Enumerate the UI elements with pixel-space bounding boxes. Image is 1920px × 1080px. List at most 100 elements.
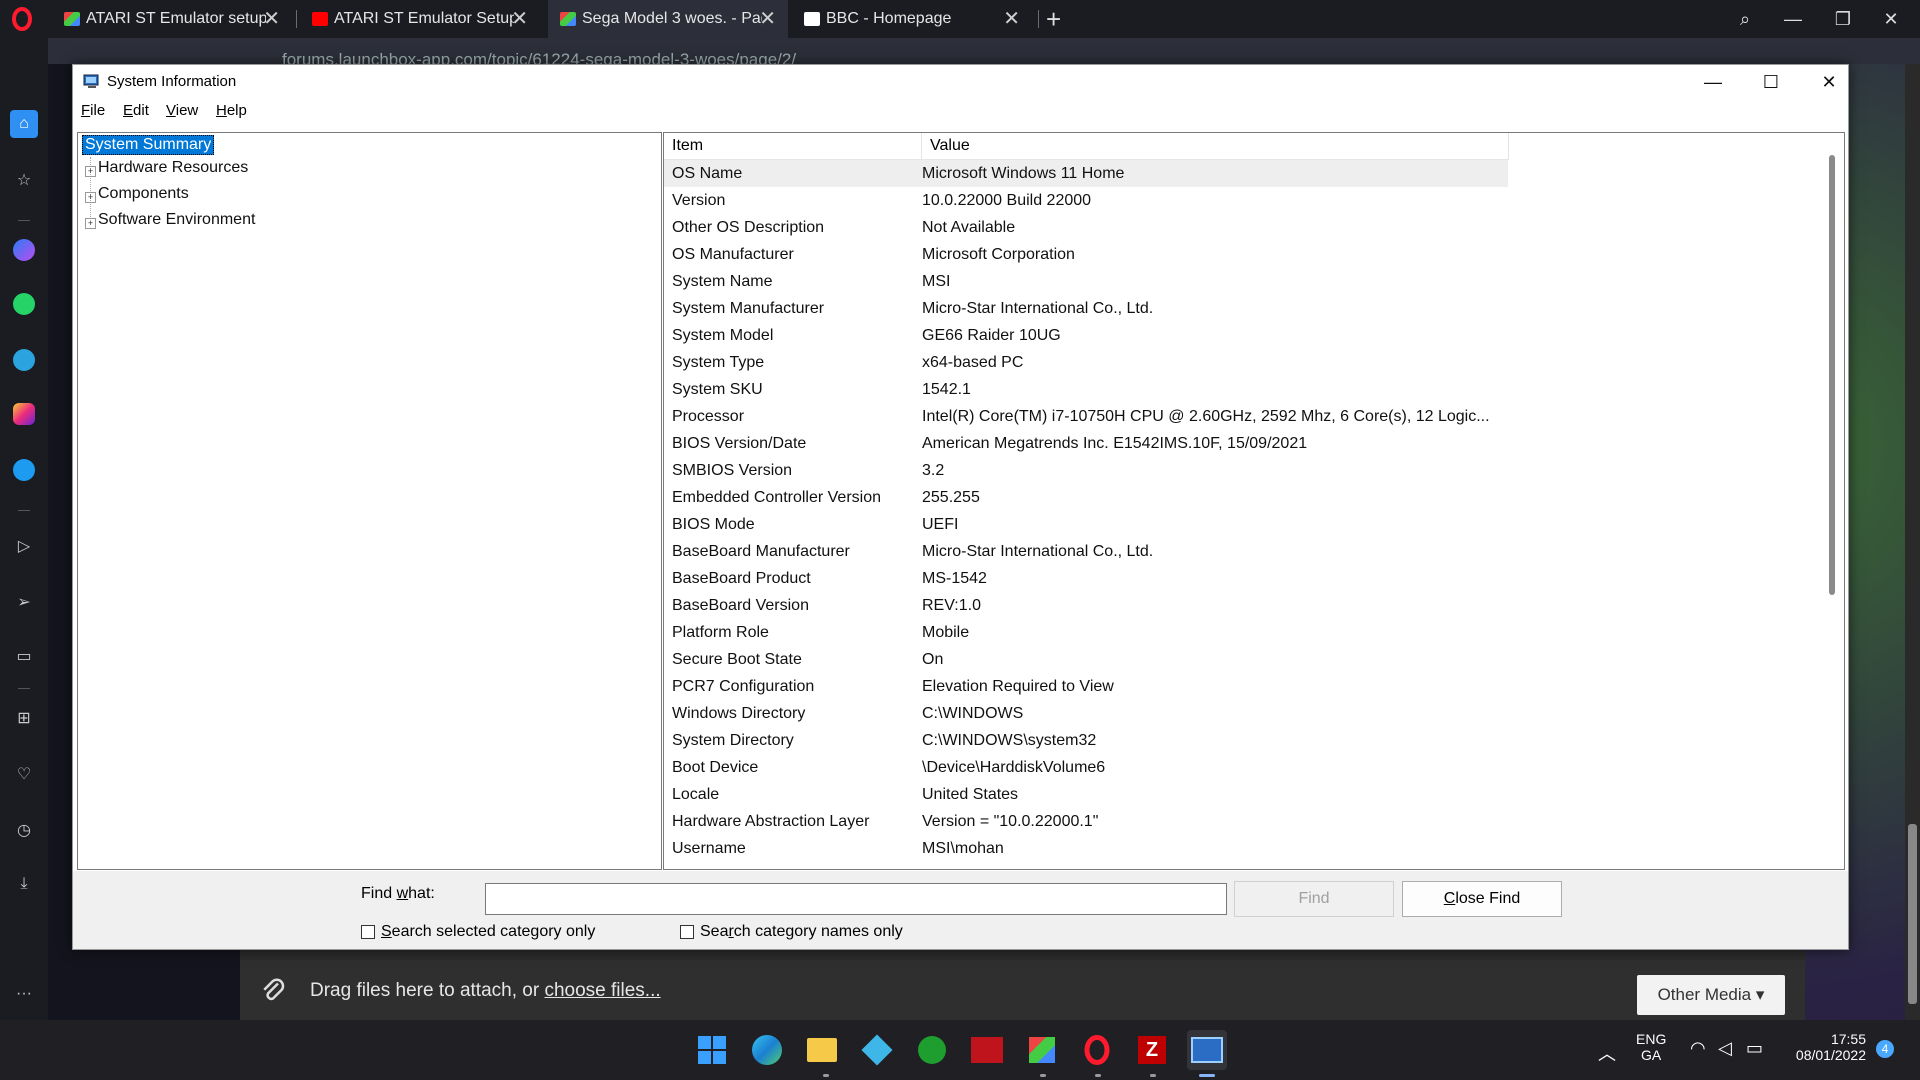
tab-atari-youtube[interactable]: ATARI ST Emulator Setup G ✕ <box>300 0 540 38</box>
tree-node-components[interactable]: Components <box>98 185 189 203</box>
tree-node-system-summary[interactable]: System Summary <box>82 135 215 155</box>
heart-icon[interactable]: ♡ <box>10 760 38 788</box>
messenger-icon[interactable] <box>10 236 38 264</box>
category-tree[interactable]: System Summary + Hardware Resources + Co… <box>77 132 662 870</box>
tab-bbc-homepage[interactable]: BBC - Homepage ✕ <box>792 0 1032 38</box>
list-scrollbar[interactable] <box>1822 153 1842 867</box>
other-media-button[interactable]: Other Media ▾ <box>1637 975 1785 1015</box>
close-tab-icon[interactable]: ✕ <box>1003 0 1020 38</box>
browser-minimize-button[interactable]: — <box>1770 0 1816 38</box>
opera-logo-icon[interactable] <box>10 7 34 31</box>
page-scrollbar-thumb[interactable] <box>1908 824 1917 1004</box>
workspaces-icon[interactable]: ⊞ <box>10 704 38 732</box>
windows-start-icon[interactable] <box>692 1030 732 1070</box>
downloads-icon[interactable]: ⤓ <box>10 870 38 898</box>
launchbox-icon[interactable] <box>1022 1030 1062 1070</box>
table-row[interactable]: System Type x64-based PC <box>664 349 1508 376</box>
expand-plus-icon[interactable]: + <box>85 192 96 203</box>
table-row[interactable]: Username MSI\mohan <box>664 835 1508 862</box>
table-row[interactable]: System SKU 1542.1 <box>664 376 1508 403</box>
send-icon[interactable]: ➢ <box>10 588 38 616</box>
tab-atari-setup-guide[interactable]: ATARI ST Emulator setup gu ✕ <box>52 0 292 38</box>
language-indicator[interactable]: ENG GA <box>1636 1031 1666 1063</box>
table-row[interactable]: BIOS Version/Date American Megatrends Inc… <box>664 430 1508 457</box>
tree-node-hardware-resources[interactable]: Hardware Resources <box>98 159 248 177</box>
tree-node-software-environment[interactable]: Software Environment <box>98 211 255 229</box>
emulator-icon[interactable] <box>967 1030 1007 1070</box>
notification-badge[interactable]: 4 <box>1876 1040 1894 1058</box>
menu-help[interactable]: Help <box>216 102 247 119</box>
filezilla-icon[interactable]: Z <box>1132 1030 1172 1070</box>
opera-icon[interactable] <box>1077 1030 1117 1070</box>
kodi-icon[interactable] <box>857 1030 897 1070</box>
table-row[interactable]: SMBIOS Version 3.2 <box>664 457 1508 484</box>
search-selected-category-checkbox[interactable]: Search selected category only <box>361 923 595 941</box>
expand-plus-icon[interactable]: + <box>85 218 96 229</box>
xbox-icon[interactable] <box>912 1030 952 1070</box>
more-icon[interactable]: ··· <box>10 980 38 1008</box>
bookmarks-icon[interactable]: ☆ <box>10 166 38 194</box>
table-row[interactable]: System Manufacturer Micro-Star Internatio… <box>664 295 1508 322</box>
table-row[interactable]: BaseBoard Product MS-1542 <box>664 565 1508 592</box>
search-category-names-checkbox[interactable]: Sea r ch category names only <box>680 923 903 941</box>
address-bar[interactable]: forums.launchbox-app.com/topic/61224-seg… <box>48 38 1920 69</box>
table-row[interactable]: Locale United States <box>664 781 1508 808</box>
list-scrollbar-thumb[interactable] <box>1829 155 1835 595</box>
table-row[interactable]: OS Name Microsoft Windows 11 Home <box>664 160 1508 187</box>
table-row[interactable]: BaseBoard Version REV:1.0 <box>664 592 1508 619</box>
close-tab-icon[interactable]: ✕ <box>511 0 528 38</box>
details-list[interactable]: Item Value OS Name Microsoft Windows 11 H… <box>663 132 1845 870</box>
table-row[interactable]: Other OS Description Not Available <box>664 214 1508 241</box>
browser-restore-button[interactable]: ❐ <box>1820 0 1866 38</box>
table-row[interactable]: Processor Intel(R) Core(TM) i7-10750H CPU… <box>664 403 1508 430</box>
checkbox-box[interactable] <box>361 925 375 939</box>
volume-icon[interactable]: ◁ <box>1718 1038 1732 1059</box>
column-header-item[interactable]: Item <box>664 133 922 160</box>
home-icon[interactable]: ⌂ <box>10 110 38 138</box>
find-button[interactable]: Find <box>1234 881 1394 917</box>
maximize-button[interactable]: ☐ <box>1742 65 1800 99</box>
table-row[interactable]: BIOS Mode UEFI <box>664 511 1508 538</box>
close-button[interactable]: ✕ <box>1800 65 1858 99</box>
table-row[interactable]: Windows Directory C:\WINDOWS <box>664 700 1508 727</box>
table-row[interactable]: Platform Role Mobile <box>664 619 1508 646</box>
instagram-icon[interactable] <box>10 400 38 428</box>
close-tab-icon[interactable]: ✕ <box>759 0 776 38</box>
choose-files-link[interactable]: choose files... <box>544 980 660 1001</box>
minimize-button[interactable]: — <box>1684 65 1742 99</box>
wifi-icon[interactable]: ◠ <box>1690 1038 1706 1059</box>
table-row[interactable]: System Directory C:\WINDOWS\system32 <box>664 727 1508 754</box>
table-row[interactable]: PCR7 Configuration Elevation Required to … <box>664 673 1508 700</box>
table-row[interactable]: OS Manufacturer Microsoft Corporation <box>664 241 1508 268</box>
browser-close-button[interactable]: ✕ <box>1868 0 1914 38</box>
expand-plus-icon[interactable]: + <box>85 166 96 177</box>
table-row[interactable]: Version 10.0.22000 Build 22000 <box>664 187 1508 214</box>
table-row[interactable]: Secure Boot State On <box>664 646 1508 673</box>
close-find-button[interactable]: Close Find <box>1402 881 1562 917</box>
table-row[interactable]: Hardware Abstraction Layer Version = "10.… <box>664 808 1508 835</box>
find-what-input[interactable] <box>485 883 1227 915</box>
telegram-icon[interactable] <box>10 346 38 374</box>
wallet-icon[interactable]: ▭ <box>10 642 38 670</box>
twitter-icon[interactable] <box>10 456 38 484</box>
column-header-value[interactable]: Value <box>922 133 1509 160</box>
table-row[interactable]: Embedded Controller Version 255.255 <box>664 484 1508 511</box>
table-row[interactable]: Boot Device \Device\HarddiskVolume6 <box>664 754 1508 781</box>
whatsapp-icon[interactable] <box>10 290 38 318</box>
close-tab-icon[interactable]: ✕ <box>263 0 280 38</box>
show-hidden-icons-chevron-icon[interactable]: ︿ <box>1598 1040 1616 1066</box>
menu-file[interactable]: File <box>81 102 105 119</box>
new-tab-button[interactable]: + <box>1046 0 1061 38</box>
menu-view[interactable]: View <box>166 102 198 119</box>
tab-sega-model3[interactable]: Sega Model 3 woes. - Page ✕ <box>548 0 788 38</box>
table-row[interactable]: System Name MSI <box>664 268 1508 295</box>
window-titlebar[interactable]: System Information — ☐ ✕ <box>73 65 1848 99</box>
paperclip-icon[interactable] <box>258 976 288 1006</box>
table-row[interactable]: BaseBoard Manufacturer Micro-Star Interna… <box>664 538 1508 565</box>
battery-icon[interactable]: ▭ <box>1746 1038 1763 1059</box>
history-icon[interactable]: ◷ <box>10 816 38 844</box>
player-icon[interactable]: ▷ <box>10 532 38 560</box>
system-information-taskbar-icon[interactable] <box>1187 1030 1227 1070</box>
page-scrollbar[interactable] <box>1905 64 1920 1020</box>
table-row[interactable]: System Model GE66 Raider 10UG <box>664 322 1508 349</box>
